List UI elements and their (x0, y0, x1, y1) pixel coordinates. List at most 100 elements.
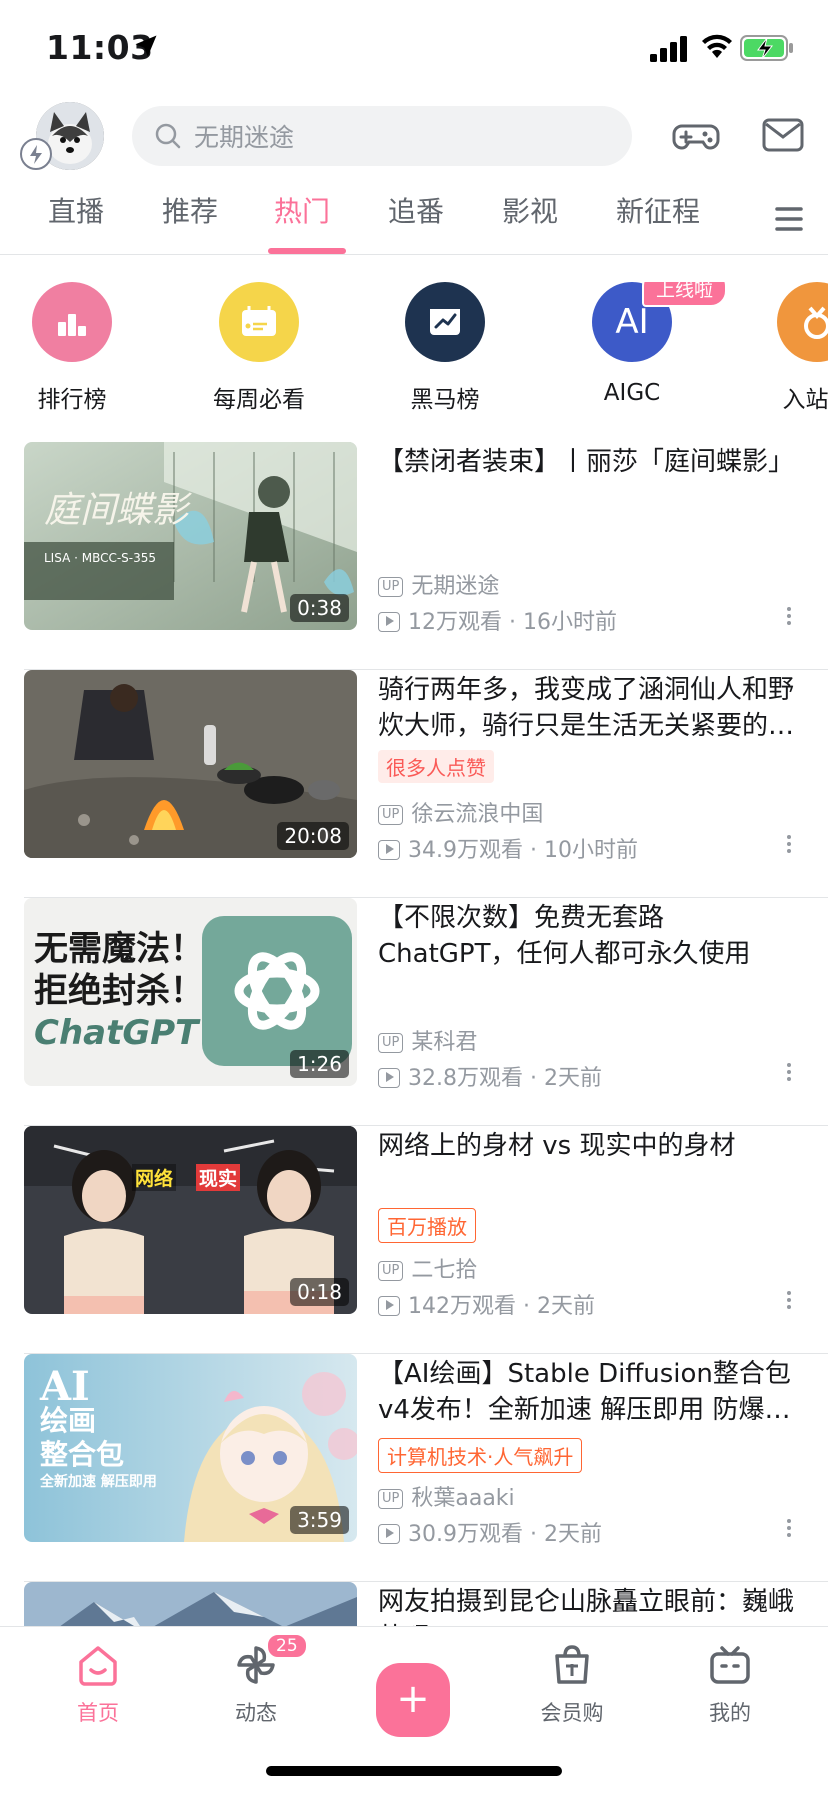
top-header (0, 96, 828, 176)
video-thumbnail[interactable]: 庭间蝶影 LISA · MBCC-S-355 0:38 (24, 442, 357, 630)
quick-entry-label: 排行榜 (37, 387, 107, 412)
nav-mine[interactable]: 我的 (670, 1639, 790, 1727)
video-card[interactable]: 庭间蝶影 LISA · MBCC-S-355 0:38 【禁闭者装束】丨丽莎「庭… (0, 442, 828, 670)
duration-badge: 0:18 (290, 1278, 349, 1306)
duration-badge: 0:38 (290, 594, 349, 622)
home-icon (79, 1646, 117, 1686)
quick-entry-newcomer[interactable]: 入站必 (742, 282, 828, 412)
video-thumbnail[interactable]: 20:08 (24, 670, 357, 858)
tab-recommend[interactable]: 推荐 (162, 190, 218, 230)
svg-text:LISA · MBCC-S-355: LISA · MBCC-S-355 (44, 551, 156, 565)
video-tag: 百万播放 (378, 1208, 476, 1243)
video-title[interactable]: 骑行两年多，我变成了涵洞仙人和野炊大师，骑行只是生活无关紧要的一部分 (378, 672, 802, 744)
video-title[interactable]: 网络上的身材 vs 现实中的身材 (378, 1128, 802, 1164)
tab-live[interactable]: 直播 (48, 190, 104, 230)
video-thumbnail[interactable]: 无需魔法！ 拒绝封杀！ ChatGPT 1:26 (24, 898, 357, 1086)
video-card[interactable]: 20:08 骑行两年多，我变成了涵洞仙人和野炊大师，骑行只是生活无关紧要的一部分… (0, 670, 828, 898)
uploader-name[interactable]: UP 徐云流浪中国 (378, 796, 543, 828)
thumbnail-caption: 现实 (196, 1164, 241, 1191)
view-meta: 30.9万观看 · 2天前 (378, 1516, 602, 1548)
wifi-icon (702, 34, 732, 58)
location-arrow-icon (135, 35, 157, 57)
notification-badge: 25 (266, 1633, 308, 1659)
uploader-name[interactable]: UP 秋葉aaaki (378, 1480, 515, 1512)
uploader-name[interactable]: UP 二七拾 (378, 1252, 477, 1284)
duration-badge: 20:08 (277, 822, 349, 850)
up-icon: UP (378, 1489, 404, 1509)
tab-film[interactable]: 影视 (502, 190, 558, 230)
more-options-icon[interactable] (784, 604, 794, 632)
up-icon: UP (378, 1261, 404, 1281)
view-meta: 34.9万观看 · 10小时前 (378, 832, 638, 864)
tab-new-journey[interactable]: 新征程 (616, 190, 700, 230)
more-options-icon[interactable] (784, 1060, 794, 1088)
video-card[interactable]: AI 绘画 整合包 全新加速 解压即用 3:59 【AI绘画】Stable Di… (0, 1354, 828, 1582)
ranking-icon (32, 282, 112, 362)
video-card[interactable]: 网络 现实 0:18 网络上的身材 vs 现实中的身材 百万播放 UP 二七拾 1… (0, 1126, 828, 1354)
duration-badge: 3:59 (290, 1506, 349, 1534)
publish-button[interactable]: + (376, 1663, 450, 1737)
calendar-icon (219, 282, 299, 362)
video-card[interactable]: 无需魔法！ 拒绝封杀！ ChatGPT 1:26 【不限次数】免费无套路Chat… (0, 898, 828, 1126)
video-thumbnail[interactable]: AI 绘画 整合包 全新加速 解压即用 3:59 (24, 1354, 357, 1542)
video-title[interactable]: 【禁闭者装束】丨丽莎「庭间蝶影」 (378, 444, 802, 480)
shopping-bag-icon (555, 1645, 589, 1684)
nav-home[interactable]: 首页 (38, 1639, 158, 1727)
trend-icon (405, 282, 485, 362)
quick-entry-label: 每周必看 (213, 387, 305, 412)
play-count-icon (378, 840, 400, 860)
more-options-icon[interactable] (784, 832, 794, 860)
tab-anime[interactable]: 追番 (388, 190, 444, 230)
up-icon: UP (378, 805, 404, 825)
video-tag: 很多人点赞 (378, 750, 494, 783)
up-icon: UP (378, 577, 404, 597)
nav-dynamic-label: 动态 (235, 1701, 277, 1725)
video-tag: 计算机技术·人气飙升 (378, 1438, 583, 1473)
uploader-name[interactable]: UP 无期迷途 (378, 568, 499, 600)
quick-entry-dark-horse[interactable]: 黑马榜 (370, 282, 520, 412)
thumbnail-caption: 网络 (132, 1164, 177, 1191)
quick-entry-ranking[interactable]: 排行榜 (0, 282, 147, 412)
cellular-signal-icon (650, 36, 687, 62)
home-indicator (266, 1766, 562, 1776)
thumbnail-caption: 无需魔法！ 拒绝封杀！ ChatGPT (34, 929, 204, 1053)
nav-mine-label: 我的 (709, 1701, 751, 1725)
more-options-icon[interactable] (784, 1288, 794, 1316)
view-meta: 32.8万观看 · 2天前 (378, 1060, 602, 1092)
status-bar: 11:03 (0, 0, 828, 96)
channel-menu-icon[interactable] (774, 204, 804, 234)
nav-vip-shop-label: 会员购 (540, 1701, 604, 1725)
live-badge-icon (20, 138, 52, 170)
battery-charging-icon (740, 35, 793, 61)
medal-icon (777, 282, 828, 362)
active-tab-indicator (268, 248, 346, 254)
uploader-name[interactable]: UP 某科君 (378, 1024, 477, 1056)
game-controller-icon[interactable] (672, 112, 720, 160)
quick-entry-label: AIGC (603, 380, 661, 406)
video-title[interactable]: 【不限次数】免费无套路ChatGPT，任何人都可永久使用 (378, 900, 802, 972)
tab-hot[interactable]: 热门 (274, 190, 330, 230)
tv-profile-icon (710, 1646, 750, 1684)
view-meta: 12万观看 · 16小时前 (378, 604, 617, 636)
quick-entry-weekly[interactable]: 每周必看 (184, 282, 334, 412)
nav-home-label: 首页 (77, 1701, 119, 1725)
search-bar[interactable] (132, 106, 632, 168)
nav-vip-shop[interactable]: 会员购 (512, 1639, 632, 1727)
video-thumbnail[interactable]: 网络 现实 0:18 (24, 1126, 357, 1314)
quick-entry-row: 排行榜 每周必看 黑马榜 AI AIGC 上线啦 入站必 (0, 282, 828, 412)
more-options-icon[interactable] (784, 1516, 794, 1544)
play-count-icon (378, 1524, 400, 1544)
play-count-icon (378, 1296, 400, 1316)
up-icon: UP (378, 1033, 404, 1053)
video-title[interactable]: 【AI绘画】Stable Diffusion整合包v4发布！全新加速 解压即用 … (378, 1356, 802, 1428)
play-count-icon (378, 612, 400, 632)
message-mail-icon[interactable] (760, 112, 806, 158)
new-online-badge: 上线啦 (642, 282, 728, 307)
channel-tabs: 直播 推荐 热门 追番 影视 新征程 (0, 190, 828, 255)
search-input[interactable] (192, 106, 616, 168)
nav-dynamic[interactable]: 25 动态 (196, 1633, 316, 1727)
quick-entry-label: 黑马榜 (410, 387, 480, 412)
thumbnail-art-text: 庭间蝶影 (44, 490, 192, 531)
play-count-icon (378, 1068, 400, 1088)
search-icon (155, 123, 181, 149)
